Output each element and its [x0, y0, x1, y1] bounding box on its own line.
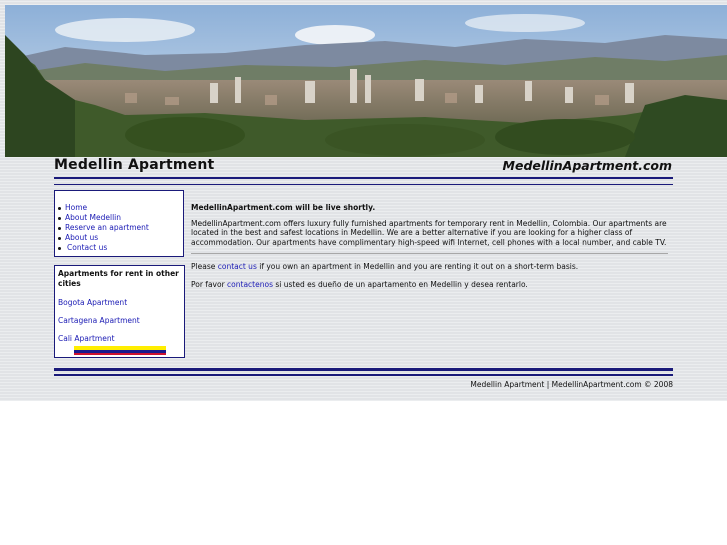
nav-link-contact-us[interactable]: Contact us — [67, 243, 107, 253]
nav-link-about-us[interactable]: About us — [65, 233, 98, 243]
nav-link-about-medellin[interactable]: About Medellin — [65, 213, 121, 223]
header-divider-thin — [54, 184, 673, 185]
contact-es-suffix: si usted es dueño de un apartamento en M… — [272, 279, 528, 289]
footer-copyright: Medellin Apartment | MedellinApartment.c… — [470, 380, 673, 389]
bullet-icon — [58, 246, 61, 250]
nav-item-contact-us[interactable]: Contact us — [58, 243, 183, 253]
footer-divider — [54, 368, 673, 371]
bullet-icon — [58, 206, 61, 210]
nav-link-reserve[interactable]: Reserve an apartment — [65, 223, 149, 233]
bullet-icon — [58, 226, 61, 230]
contact-en-suffix: if you own an apartment in Medellin and … — [256, 262, 579, 271]
nav-item-reserve[interactable]: Reserve an apartment — [58, 223, 183, 233]
panorama-banner-image — [5, 5, 727, 157]
bullet-icon — [58, 216, 61, 220]
bogota-apartment-link[interactable]: Bogota Apartment — [58, 298, 182, 307]
contact-es-prefix: Por favor — [191, 279, 228, 289]
site-title: Medellin Apartment — [54, 157, 215, 173]
cartagena-apartment-link[interactable]: Cartagena Apartment — [58, 316, 182, 325]
contact-en-prefix: Please — [191, 262, 218, 271]
contactenos-link[interactable]: contactenos — [227, 280, 273, 289]
header-divider — [54, 177, 673, 179]
site-domain: MedellinApartment.com — [502, 158, 672, 173]
content-divider — [191, 253, 668, 254]
contact-paragraph-es: Por favor contactenos si usted es dueño … — [191, 280, 671, 290]
colombia-flag-icon — [74, 346, 166, 355]
other-cities-heading: Apartments for rent in other cities — [58, 269, 179, 288]
other-cities-box: Apartments for rent in other cities Bogo… — [54, 265, 185, 358]
cali-apartment-link[interactable]: Cali Apartment — [58, 334, 182, 343]
intro-paragraph: MedellinApartment.com offers luxury full… — [191, 218, 667, 247]
main-content: MedellinApartment.com will be live short… — [191, 203, 671, 289]
bullet-icon — [58, 236, 61, 240]
nav-item-about-medellin[interactable]: About Medellin — [58, 213, 183, 223]
contact-paragraph-en: Please contact us if you own an apartmen… — [191, 262, 671, 272]
footer-divider-thin — [54, 374, 673, 376]
nav-item-about-us[interactable]: About us — [58, 233, 183, 243]
nav-link-home[interactable]: Home — [65, 203, 87, 213]
contact-us-link[interactable]: contact us — [218, 262, 257, 271]
announcement-text: MedellinApartment.com will be live short… — [191, 203, 376, 212]
main-nav: Home About Medellin Reserve an apartment… — [54, 190, 184, 257]
nav-item-home[interactable]: Home — [58, 203, 183, 213]
